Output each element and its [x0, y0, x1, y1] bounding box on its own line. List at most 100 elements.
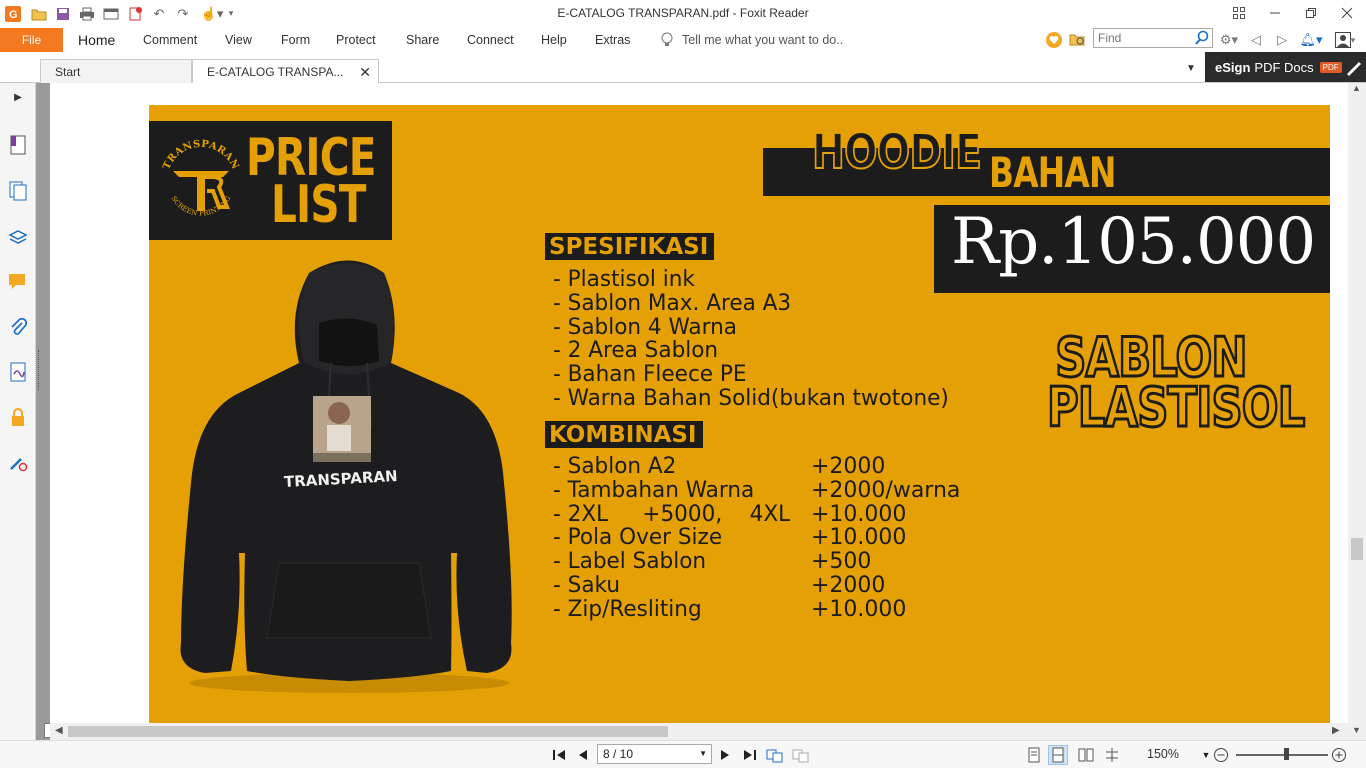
price-list-badge: TRANSPARAN SCREEN PRINTING PRICE LIST	[149, 121, 392, 240]
menu-connect[interactable]: Connect	[467, 33, 514, 47]
kombinasi-item: - 2XL +5000, 4XL	[553, 501, 791, 527]
lightbulb-icon	[661, 32, 673, 46]
horizontal-scroll-thumb[interactable]	[68, 726, 668, 737]
find-box[interactable]	[1093, 28, 1213, 48]
minimize-button[interactable]	[1264, 3, 1286, 23]
previous-view-icon[interactable]	[766, 746, 784, 764]
list-word: LIST	[270, 175, 366, 235]
layers-icon[interactable]	[6, 224, 30, 248]
menu-help[interactable]: Help	[541, 33, 567, 47]
zoom-in-icon[interactable]	[1330, 746, 1348, 764]
kombinasi-item: - Label Sablon	[553, 549, 707, 575]
last-page-icon[interactable]	[741, 746, 759, 764]
ribbon-display-icon[interactable]	[1228, 3, 1250, 23]
spesifikasi-label: SPESIFIKASI	[545, 233, 715, 260]
next-page-icon[interactable]	[716, 746, 734, 764]
scroll-down-icon[interactable]: ▼	[1352, 725, 1361, 735]
certify-tools-icon[interactable]	[6, 450, 30, 474]
spec-item: - Warna Bahan Solid(bukan twotone)	[553, 385, 949, 411]
facing-view-icon[interactable]	[1076, 745, 1096, 765]
kombinasi-item: - Pola Over Size	[553, 525, 723, 551]
scroll-up-icon[interactable]: ▲	[1352, 83, 1361, 93]
svg-text:TRANSPARAN: TRANSPARAN	[161, 139, 240, 172]
tell-me-text: Tell me what you want to do..	[682, 33, 844, 47]
continuous-view-icon[interactable]	[1048, 745, 1068, 765]
spec-item: - Plastisol ink	[553, 267, 695, 292]
menu-view[interactable]: View	[225, 33, 252, 47]
zoom-level[interactable]: 150%	[1147, 747, 1179, 761]
title-bar: G ↶ ↷ ☝▾ ▾ E-CATALOG TRANSPARAN.pdf - Fo…	[0, 0, 1366, 27]
heart-icon[interactable]	[1044, 30, 1064, 50]
zoom-slider-thumb[interactable]	[1284, 748, 1290, 760]
attachments-icon[interactable]	[6, 315, 30, 339]
status-bar: 8 / 10 ▼ 150% ▼	[0, 740, 1366, 768]
previous-page-icon[interactable]	[574, 746, 592, 764]
next-view-icon[interactable]	[792, 746, 810, 764]
horizontal-scrollbar[interactable]: ◀ ▶	[50, 723, 1348, 740]
kombinasi-item: - Zip/Resliting	[553, 596, 702, 622]
esign-banner[interactable]: eSign PDF Docs PDF	[1205, 52, 1366, 82]
hoodie-title: HOODIE	[811, 123, 983, 181]
first-page-icon[interactable]	[550, 746, 568, 764]
transparan-logo: TRANSPARAN SCREEN PRINTING	[161, 139, 240, 218]
spesifikasi-list: - Plastisol ink - Sablon Max. Area A3 - …	[553, 268, 949, 411]
single-page-view-icon[interactable]	[1024, 745, 1044, 765]
sablon-plastisol-title: SABLON PLASTISOL	[1046, 329, 1307, 439]
user-account-icon[interactable]: ▾	[1330, 30, 1360, 50]
comments-icon[interactable]	[6, 269, 30, 293]
zoom-slider[interactable]	[1236, 754, 1328, 756]
search-icon[interactable]	[1194, 30, 1210, 46]
menu-form[interactable]: Form	[281, 33, 310, 47]
next-result-icon[interactable]: ▷	[1272, 30, 1292, 50]
tab-list-dropdown-icon[interactable]: ▼	[1186, 63, 1196, 74]
menu-share[interactable]: Share	[406, 33, 439, 47]
window-title: E-CATALOG TRANSPARAN.pdf - Foxit Reader	[557, 6, 809, 20]
continuous-facing-view-icon[interactable]	[1102, 745, 1122, 765]
tab-document[interactable]: E-CATALOG TRANSPA... ✕	[192, 59, 379, 84]
tab-document-label: E-CATALOG TRANSPA...	[207, 65, 344, 79]
restore-button[interactable]	[1300, 3, 1322, 23]
spec-item: - Sablon Max. Area A3	[553, 290, 792, 316]
file-menu[interactable]: File	[0, 28, 63, 52]
tell-me-search[interactable]: Tell me what you want to do..	[660, 32, 843, 48]
kombinasi-item: - Sablon A2	[553, 454, 677, 479]
pdf-page: TRANSPARAN SCREEN PRINTING PRICE LIST TR…	[149, 105, 1330, 723]
plastisol-word: PLASTISOL	[1046, 376, 1307, 439]
search-folder-icon[interactable]	[1068, 30, 1088, 50]
document-view[interactable]: TRANSPARAN SCREEN PRINTING PRICE LIST TR…	[50, 83, 1348, 723]
esign-pdf-badge: PDF	[1319, 61, 1342, 73]
menu-extras[interactable]: Extras	[595, 33, 630, 47]
scroll-right-icon[interactable]: ▶	[1332, 725, 1340, 736]
menu-home[interactable]: Home	[78, 32, 115, 48]
page-dropdown-icon[interactable]: ▼	[699, 749, 707, 758]
scroll-left-icon[interactable]: ◀	[55, 725, 63, 736]
splitter-grip[interactable]	[38, 350, 42, 390]
find-input[interactable]	[1094, 29, 1190, 47]
kombinasi-price: +2000	[811, 454, 886, 479]
notification-bell-icon[interactable]: 🔔︎▾	[1298, 30, 1324, 50]
page-number-field[interactable]: 8 / 10 ▼	[597, 744, 712, 764]
kombinasi-price: +10.000	[811, 596, 907, 622]
ribbon-menu-bar: File Home Comment View Form Protect Shar…	[0, 27, 1366, 55]
zoom-out-icon[interactable]	[1212, 746, 1230, 764]
pen-icon	[1346, 62, 1361, 76]
expand-panel-icon[interactable]: ▶	[6, 85, 30, 109]
menu-comment[interactable]: Comment	[143, 33, 197, 47]
spec-item: - 2 Area Sablon	[553, 338, 719, 364]
menu-protect[interactable]: Protect	[336, 33, 376, 47]
kombinasi-price: +500	[811, 549, 872, 575]
search-settings-icon[interactable]: ⚙▾	[1216, 30, 1242, 50]
security-lock-icon[interactable]	[6, 405, 30, 429]
panel-splitter[interactable]	[36, 83, 50, 740]
hoodie-image: TRANSPARAN	[180, 260, 512, 693]
previous-result-icon[interactable]: ◁	[1246, 30, 1266, 50]
vertical-scrollbar[interactable]: ▲ ▼	[1348, 83, 1366, 740]
price-value: Rp.105.000	[951, 205, 1316, 279]
vertical-scroll-thumb[interactable]	[1351, 538, 1363, 560]
bookmarks-icon[interactable]	[6, 133, 30, 157]
signature-panel-icon[interactable]	[6, 360, 30, 384]
close-tab-icon[interactable]: ✕	[359, 64, 371, 81]
pages-thumbnail-icon[interactable]	[6, 179, 30, 203]
close-button[interactable]	[1336, 3, 1358, 23]
tab-start[interactable]: Start	[40, 59, 192, 83]
